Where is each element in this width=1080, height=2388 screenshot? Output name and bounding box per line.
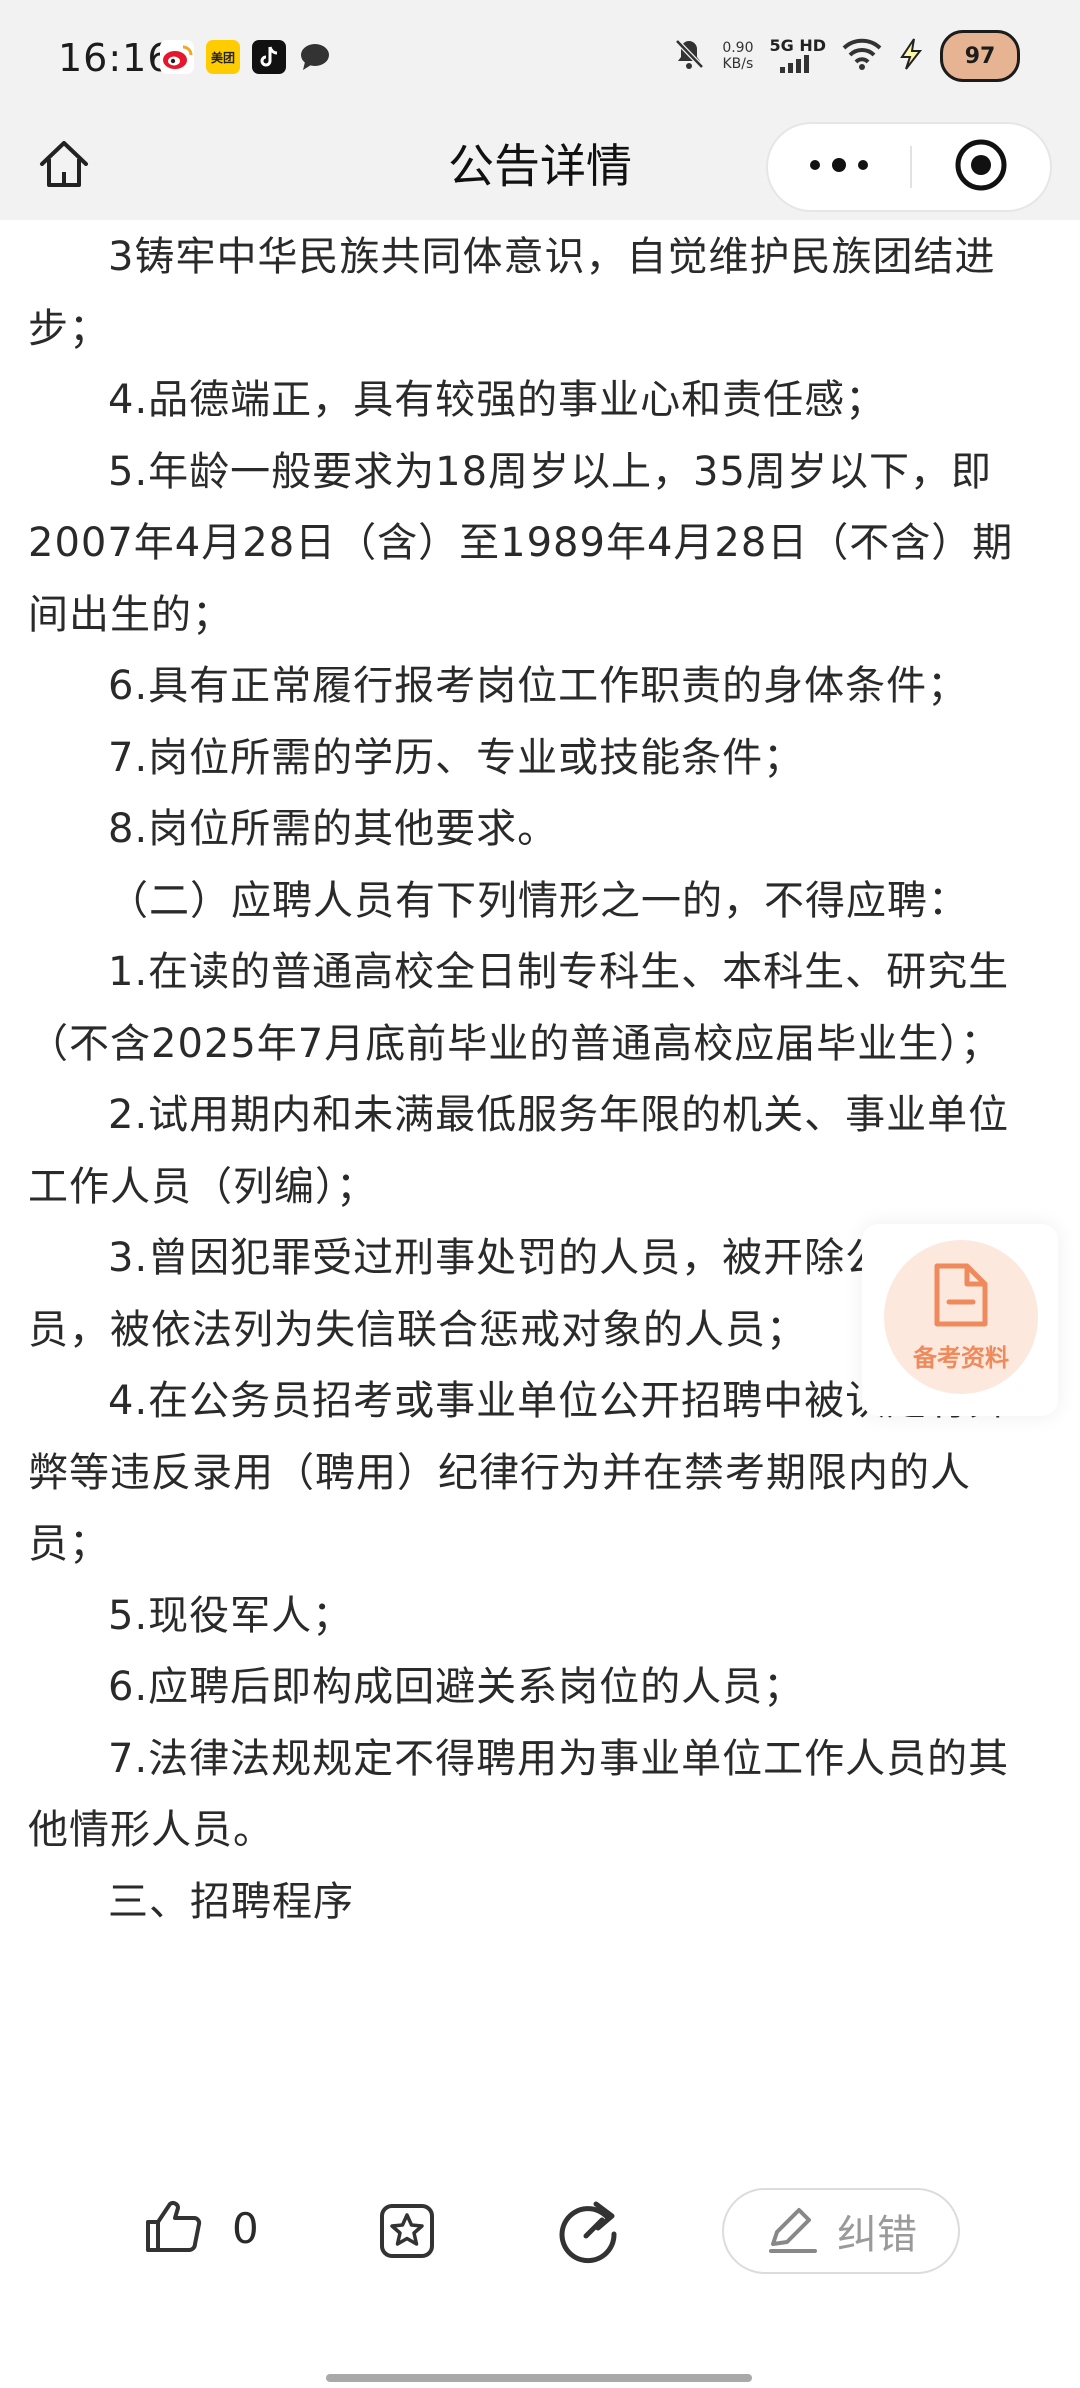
article-paragraph: 6.具有正常履行报考岗位工作职责的身体条件； bbox=[108, 663, 969, 709]
more-button[interactable] bbox=[768, 124, 910, 210]
article-section-heading: 三、招聘程序 bbox=[108, 1878, 354, 1925]
target-icon bbox=[953, 137, 1009, 197]
article-paragraph: 7.法律法规规定不得聘用为事业单位工作人员的其他情形人员。 bbox=[28, 1735, 1010, 1854]
article-paragraph: 1.在读的普通高校全日制专科生、本科生、研究生（不含2025年7月底前毕业的普通… bbox=[28, 949, 1010, 1067]
document-icon bbox=[929, 1262, 993, 1332]
status-app-icons: 美团 bbox=[160, 40, 332, 74]
share-arrow-icon bbox=[556, 2201, 624, 2268]
miniprogram-capsule bbox=[766, 122, 1052, 212]
home-indicator[interactable] bbox=[326, 2374, 752, 2382]
status-time: 16:16 bbox=[58, 36, 173, 80]
signal-icon bbox=[778, 54, 818, 77]
article-paragraph: 8.岗位所需的其他要求。 bbox=[108, 806, 559, 852]
article-paragraph: 4.品德端正，具有较强的事业心和责任感； bbox=[108, 377, 887, 423]
report-error-button[interactable]: 纠错 bbox=[722, 2188, 960, 2274]
network-label: 5G HD bbox=[769, 35, 826, 55]
study-materials-label: 备考资料 bbox=[913, 1343, 1009, 1372]
thumbs-up-icon bbox=[144, 2198, 202, 2258]
report-error-label: 纠错 bbox=[837, 2212, 917, 2258]
bottom-action-bar: 0 纠错 bbox=[0, 2162, 1080, 2388]
study-materials-float-button[interactable]: 备考资料 bbox=[862, 1224, 1058, 1416]
message-icon bbox=[298, 40, 332, 74]
like-button[interactable]: 0 bbox=[144, 2198, 259, 2258]
article-paragraph: 6.应聘后即构成回避关系岗位的人员； bbox=[108, 1664, 805, 1710]
favorite-button[interactable] bbox=[378, 2202, 436, 2264]
status-right-area: 0.90 KB/s 5G HD 97 bbox=[672, 30, 1020, 82]
article-paragraph: 5.年龄一般要求为18周岁以上，35周岁以下，即2007年4月28日（含）至19… bbox=[28, 448, 1014, 638]
article-paragraph: （二）应聘人员有下列情形之一的，不得应聘： bbox=[108, 877, 969, 924]
article-paragraph: 2.试用期内和未满最低服务年限的机关、事业单位工作人员（列编）； bbox=[28, 1092, 1010, 1210]
article-paragraph: 5.现役军人； bbox=[108, 1592, 354, 1639]
net-speed-unit: KB/s bbox=[722, 56, 754, 72]
study-materials-circle: 备考资料 bbox=[884, 1240, 1038, 1394]
star-bookmark-icon bbox=[378, 2204, 436, 2264]
wifi-icon bbox=[842, 38, 882, 74]
tiktok-icon bbox=[252, 40, 286, 74]
pencil-icon bbox=[765, 2204, 819, 2258]
article-paragraph: 3铸牢中华民族共同体意识，自觉维护民族团结进步； bbox=[28, 234, 996, 352]
like-count: 0 bbox=[232, 2203, 259, 2253]
charging-icon bbox=[898, 37, 924, 75]
close-miniprogram-button[interactable] bbox=[912, 124, 1050, 210]
net-speed: 0.90 KB/s bbox=[722, 40, 753, 72]
weibo-icon bbox=[160, 40, 194, 74]
status-bar: 16:16 美团 0.90 KB/s 5G HD 97 bbox=[0, 0, 1080, 120]
article-paragraph: 7.岗位所需的学历、专业或技能条件； bbox=[108, 734, 805, 781]
share-button[interactable] bbox=[556, 2198, 624, 2268]
meituan-icon: 美团 bbox=[206, 40, 240, 74]
net-speed-value: 0.90 bbox=[722, 40, 754, 56]
title-bar: 公告详情 bbox=[0, 120, 1080, 220]
mute-icon bbox=[672, 37, 706, 75]
more-dots-icon bbox=[807, 157, 871, 177]
article-content: 3铸牢中华民族共同体意识，自觉维护民族团结进步； 4.品德端正，具有较强的事业心… bbox=[28, 222, 1050, 2162]
battery-badge: 97 bbox=[940, 30, 1020, 82]
